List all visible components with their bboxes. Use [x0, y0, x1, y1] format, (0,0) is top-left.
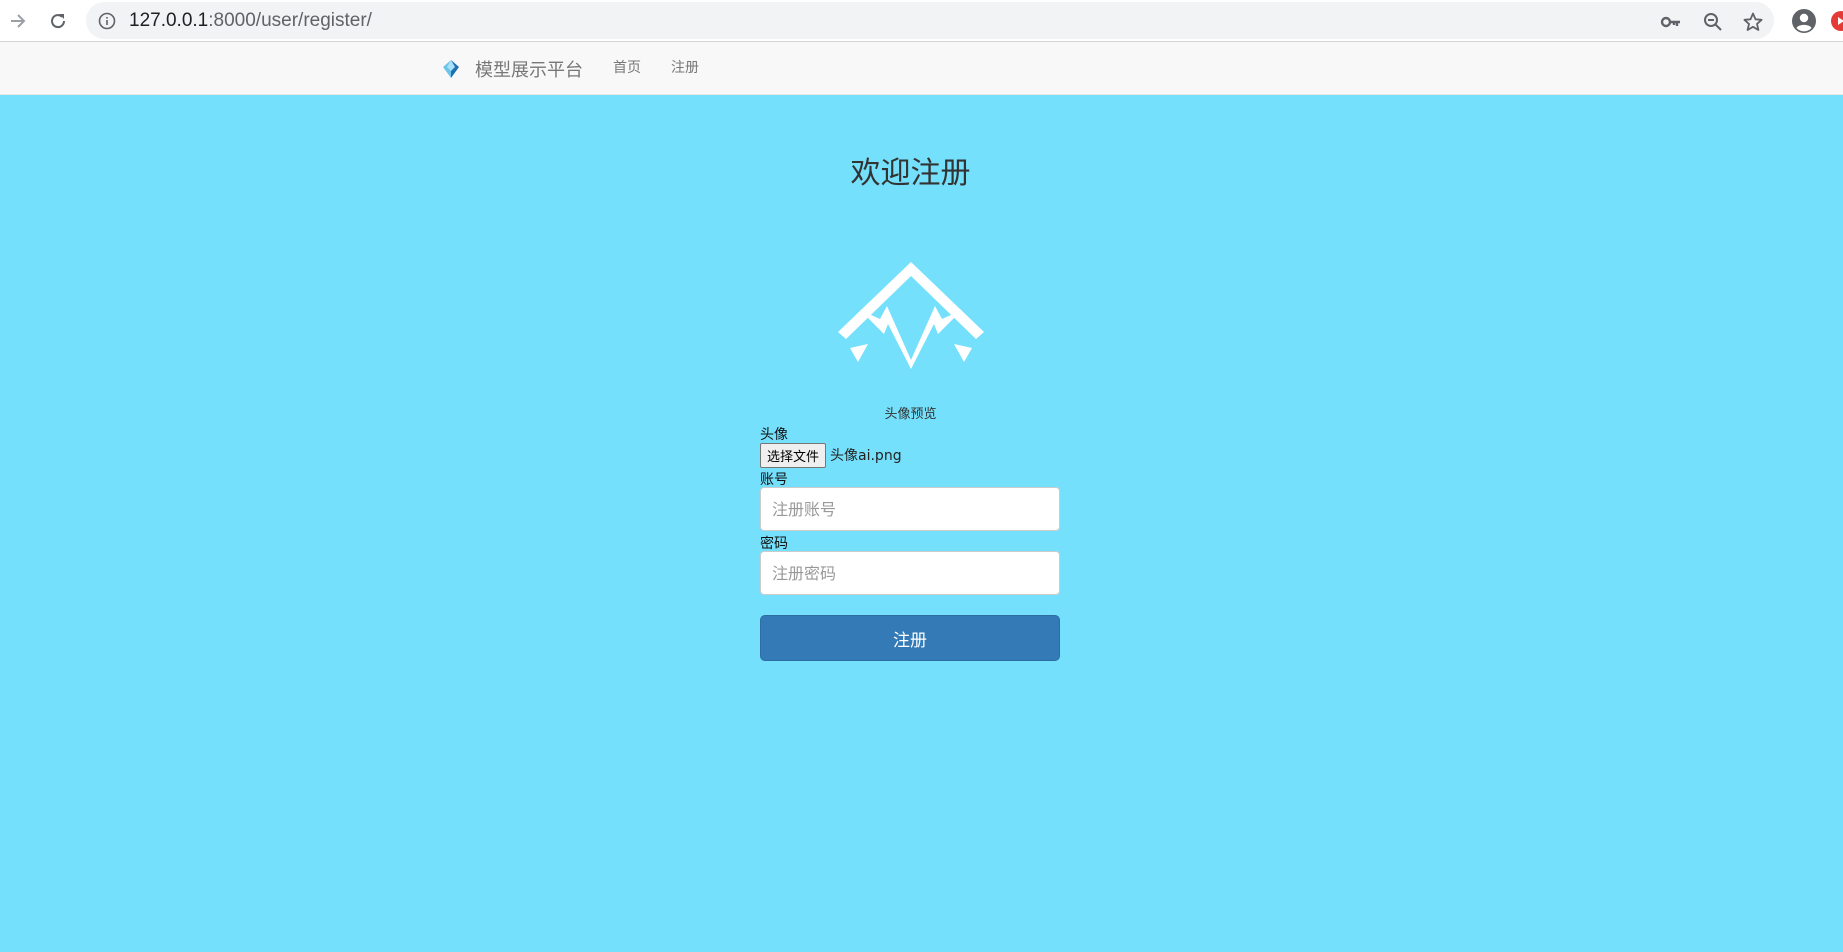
- info-icon: [98, 12, 116, 30]
- avatar-label: 头像: [760, 427, 788, 443]
- brand-logo-icon: [443, 59, 459, 78]
- profile-icon[interactable]: [1791, 8, 1817, 34]
- selected-file-name: 头像ai.png: [830, 448, 902, 464]
- nav-link-register[interactable]: 注册: [671, 42, 699, 95]
- account-label: 账号: [760, 472, 788, 488]
- navbar-brand[interactable]: 模型展示平台: [441, 42, 583, 95]
- forward-button[interactable]: [2, 5, 34, 37]
- star-icon: [1743, 12, 1763, 31]
- url-text: 127.0.0.1:8000/user/register/: [129, 10, 372, 32]
- password-key-button[interactable]: [1660, 11, 1682, 33]
- page-title: 欢迎注册: [850, 156, 971, 191]
- site-navbar: 模型展示平台 首页 注册: [0, 42, 1843, 95]
- zoom-button[interactable]: [1702, 11, 1724, 33]
- password-input[interactable]: [760, 551, 1060, 595]
- avatar-file-input: 选择文件 头像ai.png: [760, 442, 902, 468]
- extension-icon[interactable]: [1830, 10, 1843, 32]
- nav-link-home[interactable]: 首页: [613, 42, 641, 95]
- avatar-preview-label: 头像预览: [884, 407, 937, 422]
- reload-button[interactable]: [42, 5, 74, 37]
- zoom-out-icon: [1704, 13, 1722, 31]
- brand-name: 模型展示平台: [475, 59, 583, 81]
- browser-toolbar: 127.0.0.1:8000/user/register/: [0, 0, 1843, 42]
- address-bar[interactable]: 127.0.0.1:8000/user/register/: [86, 2, 1774, 39]
- url-host: 127.0.0.1: [129, 10, 209, 31]
- choose-file-button[interactable]: 选择文件: [760, 442, 827, 468]
- url-path: :8000/user/register/: [208, 10, 372, 31]
- account-input[interactable]: [760, 487, 1060, 531]
- register-submit-button[interactable]: 注册: [760, 615, 1060, 661]
- password-label: 密码: [760, 536, 788, 552]
- key-icon: [1660, 16, 1680, 28]
- reload-icon: [51, 14, 66, 29]
- bookmark-button[interactable]: [1742, 11, 1764, 33]
- arrow-right-icon: [11, 14, 26, 28]
- avatar-preview-image: [838, 262, 984, 369]
